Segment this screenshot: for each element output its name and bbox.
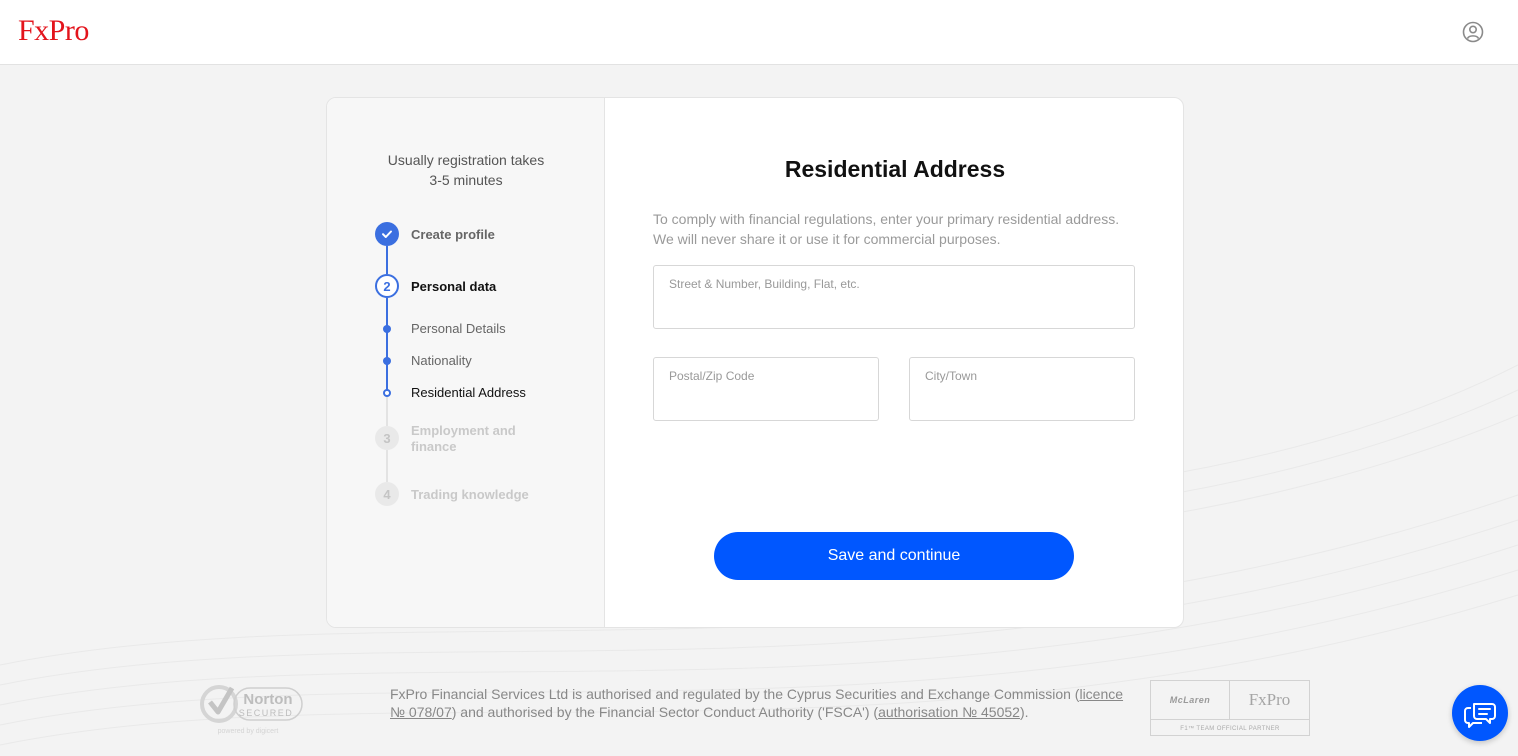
step-4-indicator: 4 [375, 482, 399, 506]
street-field[interactable]: Street & Number, Building, Flat, etc. [653, 265, 1135, 329]
step-connector [386, 450, 388, 482]
step-connector [386, 246, 388, 274]
postal-field-label: Postal/Zip Code [669, 369, 755, 383]
substep-nationality[interactable]: Nationality [411, 353, 472, 369]
partner-caption: F1™ TEAM OFFICIAL PARTNER [1180, 725, 1280, 732]
page-title: Residential Address [784, 156, 1006, 182]
substep-dot-current [383, 389, 391, 397]
authorisation-link[interactable]: authorisation № 45052 [878, 704, 1020, 720]
top-bar: FxPro [0, 0, 1518, 65]
step-3-indicator: 3 [375, 426, 399, 450]
step-1-indicator [375, 222, 399, 246]
fxpro-partner-logo: FxPro [1230, 681, 1309, 720]
save-and-continue-button[interactable]: Save and continue [714, 532, 1074, 580]
chat-bubbles-icon [1464, 703, 1496, 728]
account-button[interactable] [1462, 21, 1484, 43]
city-input[interactable] [925, 394, 1119, 410]
step-4-label: Trading knowledge [411, 487, 529, 502]
norton-powered: powered by digicert [218, 728, 279, 735]
form-description: To comply with financial regulations, en… [653, 211, 1120, 247]
step-2-indicator: 2 [375, 274, 399, 298]
city-field-label: City/Town [925, 369, 978, 383]
step-1-label: Create profile [411, 227, 495, 242]
postal-field[interactable]: Postal/Zip Code [653, 357, 879, 421]
norton-check-icon: Norton SECURED powered by digicert [200, 685, 303, 735]
live-chat-button[interactable] [1452, 685, 1508, 741]
step-3-label: Employment and finance [411, 423, 516, 454]
norton-secured-badge: Norton SECURED powered by digicert [200, 682, 306, 736]
legal-disclaimer: FxPro Financial Services Ltd is authoris… [390, 686, 1124, 720]
norton-subtitle: SECURED [239, 708, 294, 718]
substep-personal-details[interactable]: Personal Details [411, 321, 506, 337]
step-2-label: Personal data [411, 279, 497, 294]
norton-title: Norton [243, 691, 292, 708]
address-form: Residential Address To comply with finan… [605, 98, 1183, 627]
step-connector [386, 396, 388, 426]
registration-card: Usually registration takes 3-5 minutes C… [326, 97, 1184, 628]
city-field[interactable]: City/Town [909, 357, 1135, 421]
postal-input[interactable] [669, 394, 863, 410]
check-icon [382, 230, 392, 238]
substep-dot [383, 325, 391, 333]
stepper: Create profile 2 Personal data Personal … [327, 98, 605, 627]
street-field-label: Street & Number, Building, Flat, etc. [669, 277, 860, 291]
mclaren-partner-badge: McLaren FxPro F1™ TEAM OFFICIAL PARTNER [1150, 680, 1310, 736]
mclaren-logo: McLaren [1151, 681, 1230, 720]
progress-sidebar: Usually registration takes 3-5 minutes C… [327, 98, 605, 627]
user-circle-icon [1462, 21, 1484, 43]
street-input[interactable] [669, 302, 1119, 318]
substep-dot [383, 357, 391, 365]
fxpro-logo[interactable]: FxPro [18, 14, 89, 48]
step-connector [386, 298, 388, 392]
substep-residential-address: Residential Address [411, 385, 526, 400]
